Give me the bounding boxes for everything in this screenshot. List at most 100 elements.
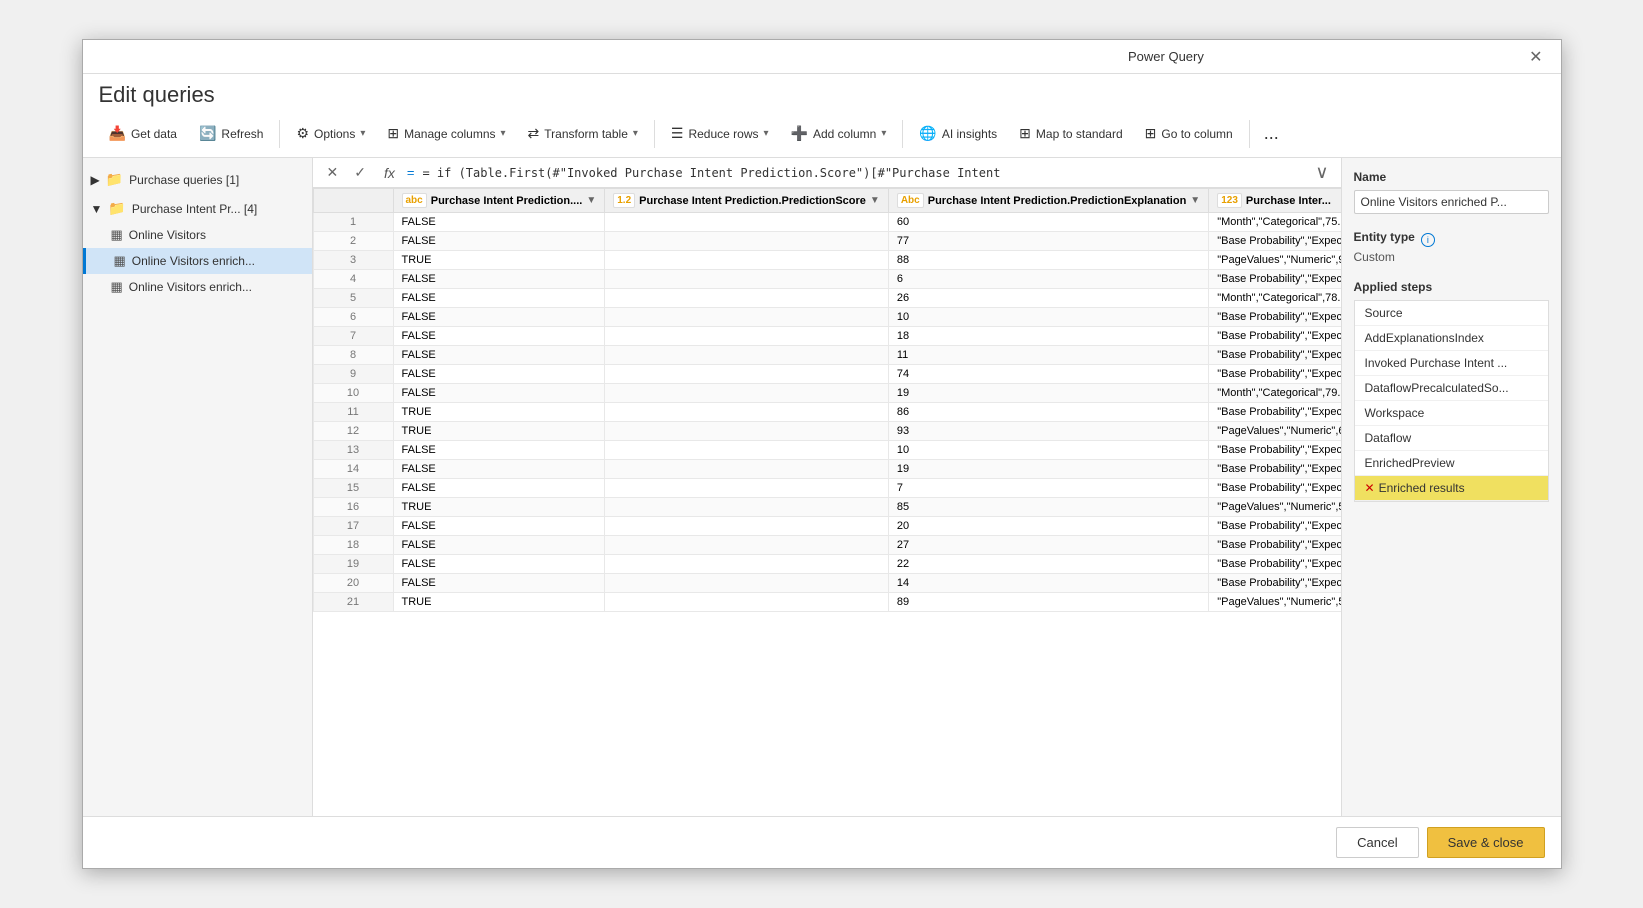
- cell-purchase: "Base Probability","ExpectedValueType",5…: [1209, 441, 1341, 460]
- folder-icon-2: 📁: [108, 200, 125, 217]
- table-row: 6FALSE10"Base Probability","ExpectedValu…: [313, 308, 1341, 327]
- table-icon-2: ▦: [114, 253, 126, 269]
- table-row: 14FALSE19"Base Probability","ExpectedVal…: [313, 460, 1341, 479]
- table-row: 3TRUE88"PageValues","Numeric",92.1942963…: [313, 251, 1341, 270]
- col-filter-prediction[interactable]: ▼: [586, 195, 596, 206]
- step-item-dataflow[interactable]: Dataflow: [1355, 426, 1548, 451]
- sidebar-group-purchase-queries: ▶ 📁 Purchase queries [1]: [83, 166, 312, 193]
- transform-table-button[interactable]: ⇄ Transform table ▾: [518, 120, 648, 147]
- cell-prediction: TRUE: [393, 251, 605, 270]
- divider-3: [902, 120, 903, 148]
- col-type-purchase: 123: [1217, 193, 1242, 208]
- cell-purchase: "Base Probability","ExpectedValueType",5…: [1209, 365, 1341, 384]
- cell-explanation: 19: [888, 460, 1208, 479]
- cell-score: [605, 593, 889, 612]
- cell-score: [605, 422, 889, 441]
- sidebar-item-online-visitors[interactable]: ▦ Online Visitors: [83, 222, 312, 248]
- table-row: 9FALSE74"Base Probability","ExpectedValu…: [313, 365, 1341, 384]
- sidebar-group-purchase-intent-label: Purchase Intent Pr... [4]: [132, 202, 257, 216]
- divider-2: [654, 120, 655, 148]
- cell-explanation: 86: [888, 403, 1208, 422]
- cell-score: [605, 365, 889, 384]
- cell-score: [605, 308, 889, 327]
- manage-columns-label: Manage columns: [404, 127, 495, 141]
- sidebar-group-purchase-queries-header[interactable]: ▶ 📁 Purchase queries [1]: [83, 166, 312, 193]
- name-input[interactable]: [1354, 190, 1549, 214]
- entity-type-info-icon[interactable]: i: [1421, 233, 1435, 247]
- sidebar-item-online-visitors-enrich1[interactable]: ▦ Online Visitors enrich...: [83, 248, 312, 274]
- formula-bar: ✕ ✓ fx = ∨: [313, 158, 1341, 188]
- cell-prediction: TRUE: [393, 498, 605, 517]
- table-row: 17FALSE20"Base Probability","ExpectedVal…: [313, 517, 1341, 536]
- formula-expand-icon[interactable]: ∨: [1311, 162, 1332, 183]
- sidebar-group-purchase-intent-header[interactable]: ▼ 📁 Purchase Intent Pr... [4]: [83, 195, 312, 222]
- cell-explanation: 10: [888, 308, 1208, 327]
- cell-explanation: 77: [888, 232, 1208, 251]
- cell-explanation: 26: [888, 289, 1208, 308]
- step-label-dataflow: Dataflow: [1365, 431, 1412, 445]
- ai-insights-button[interactable]: 🌐 AI insights: [909, 120, 1007, 147]
- divider-1: [279, 120, 280, 148]
- cancel-button[interactable]: Cancel: [1336, 827, 1418, 858]
- table-row: 16TRUE85"PageValues","Numeric",59.081225…: [313, 498, 1341, 517]
- reduce-rows-button[interactable]: ☰ Reduce rows ▾: [661, 120, 779, 147]
- step-item-add-explanations[interactable]: AddExplanationsIndex: [1355, 326, 1548, 351]
- row-number: 7: [313, 327, 393, 346]
- step-item-invoked-purchase-intent[interactable]: Invoked Purchase Intent ...: [1355, 351, 1548, 376]
- cell-prediction: FALSE: [393, 270, 605, 289]
- row-number: 3: [313, 251, 393, 270]
- cell-purchase: "Base Probability","ExpectedValueType",5…: [1209, 270, 1341, 289]
- col-type-explanation: Abc: [897, 193, 924, 208]
- row-number: 20: [313, 574, 393, 593]
- cell-prediction: TRUE: [393, 403, 605, 422]
- step-item-enriched-preview[interactable]: EnrichedPreview: [1355, 451, 1548, 476]
- row-number: 9: [313, 365, 393, 384]
- step-item-workspace[interactable]: Workspace: [1355, 401, 1548, 426]
- add-column-button[interactable]: ➕ Add column ▾: [781, 120, 897, 147]
- col-label-prediction: Purchase Intent Prediction....: [431, 195, 583, 207]
- row-number: 4: [313, 270, 393, 289]
- col-filter-explanation[interactable]: ▼: [1190, 195, 1200, 206]
- cell-prediction: FALSE: [393, 365, 605, 384]
- map-to-standard-button[interactable]: ⊞ Map to standard: [1009, 120, 1132, 147]
- table-row: 18FALSE27"Base Probability","ExpectedVal…: [313, 536, 1341, 555]
- formula-input[interactable]: [422, 166, 1303, 180]
- table-row: 10FALSE19"Month","Categorical",79.771673…: [313, 384, 1341, 403]
- refresh-button[interactable]: 🔄 Refresh: [189, 120, 273, 147]
- reduce-rows-icon: ☰: [671, 125, 684, 142]
- cell-prediction: FALSE: [393, 289, 605, 308]
- row-number: 19: [313, 555, 393, 574]
- options-button[interactable]: ⚙ Options ▾: [286, 120, 375, 147]
- formula-confirm-btn[interactable]: ✓: [348, 162, 372, 183]
- sidebar-item-online-visitors-enrich2[interactable]: ▦ Online Visitors enrich...: [83, 274, 312, 300]
- manage-columns-button[interactable]: ⊞ Manage columns ▾: [377, 120, 515, 147]
- col-header-purchase: 123 Purchase Inter... ▼: [1209, 189, 1341, 213]
- row-number: 17: [313, 517, 393, 536]
- cell-score: [605, 498, 889, 517]
- get-data-button[interactable]: 📥 Get data: [99, 120, 187, 147]
- cell-purchase: "Base Probability","ExpectedValueType",5…: [1209, 517, 1341, 536]
- step-item-source[interactable]: Source: [1355, 301, 1548, 326]
- row-number: 12: [313, 422, 393, 441]
- data-grid[interactable]: abc Purchase Intent Prediction.... ▼ 1.2…: [313, 188, 1341, 816]
- save-close-button[interactable]: Save & close: [1427, 827, 1545, 858]
- close-button[interactable]: ✕: [1523, 45, 1548, 69]
- formula-cancel-btn[interactable]: ✕: [321, 162, 345, 183]
- cell-prediction: TRUE: [393, 422, 605, 441]
- col-filter-score[interactable]: ▼: [870, 195, 880, 206]
- step-item-enriched-results[interactable]: ✕Enriched results: [1355, 476, 1548, 501]
- transform-chevron: ▾: [633, 128, 638, 139]
- cell-score: [605, 460, 889, 479]
- go-to-column-button[interactable]: ⊞ Go to column: [1135, 120, 1243, 147]
- cell-prediction: FALSE: [393, 574, 605, 593]
- add-column-label: Add column: [813, 127, 876, 141]
- name-section: Name: [1354, 170, 1549, 214]
- step-item-dataflow-precalculated[interactable]: DataflowPrecalculatedSo...: [1355, 376, 1548, 401]
- cell-explanation: 27: [888, 536, 1208, 555]
- row-number: 2: [313, 232, 393, 251]
- transform-label: Transform table: [544, 127, 628, 141]
- more-button[interactable]: ...: [1256, 118, 1287, 149]
- table-row: 21TRUE89"PageValues","Numeric",56.655189…: [313, 593, 1341, 612]
- cell-score: [605, 346, 889, 365]
- step-label-invoked-purchase-intent: Invoked Purchase Intent ...: [1365, 356, 1508, 370]
